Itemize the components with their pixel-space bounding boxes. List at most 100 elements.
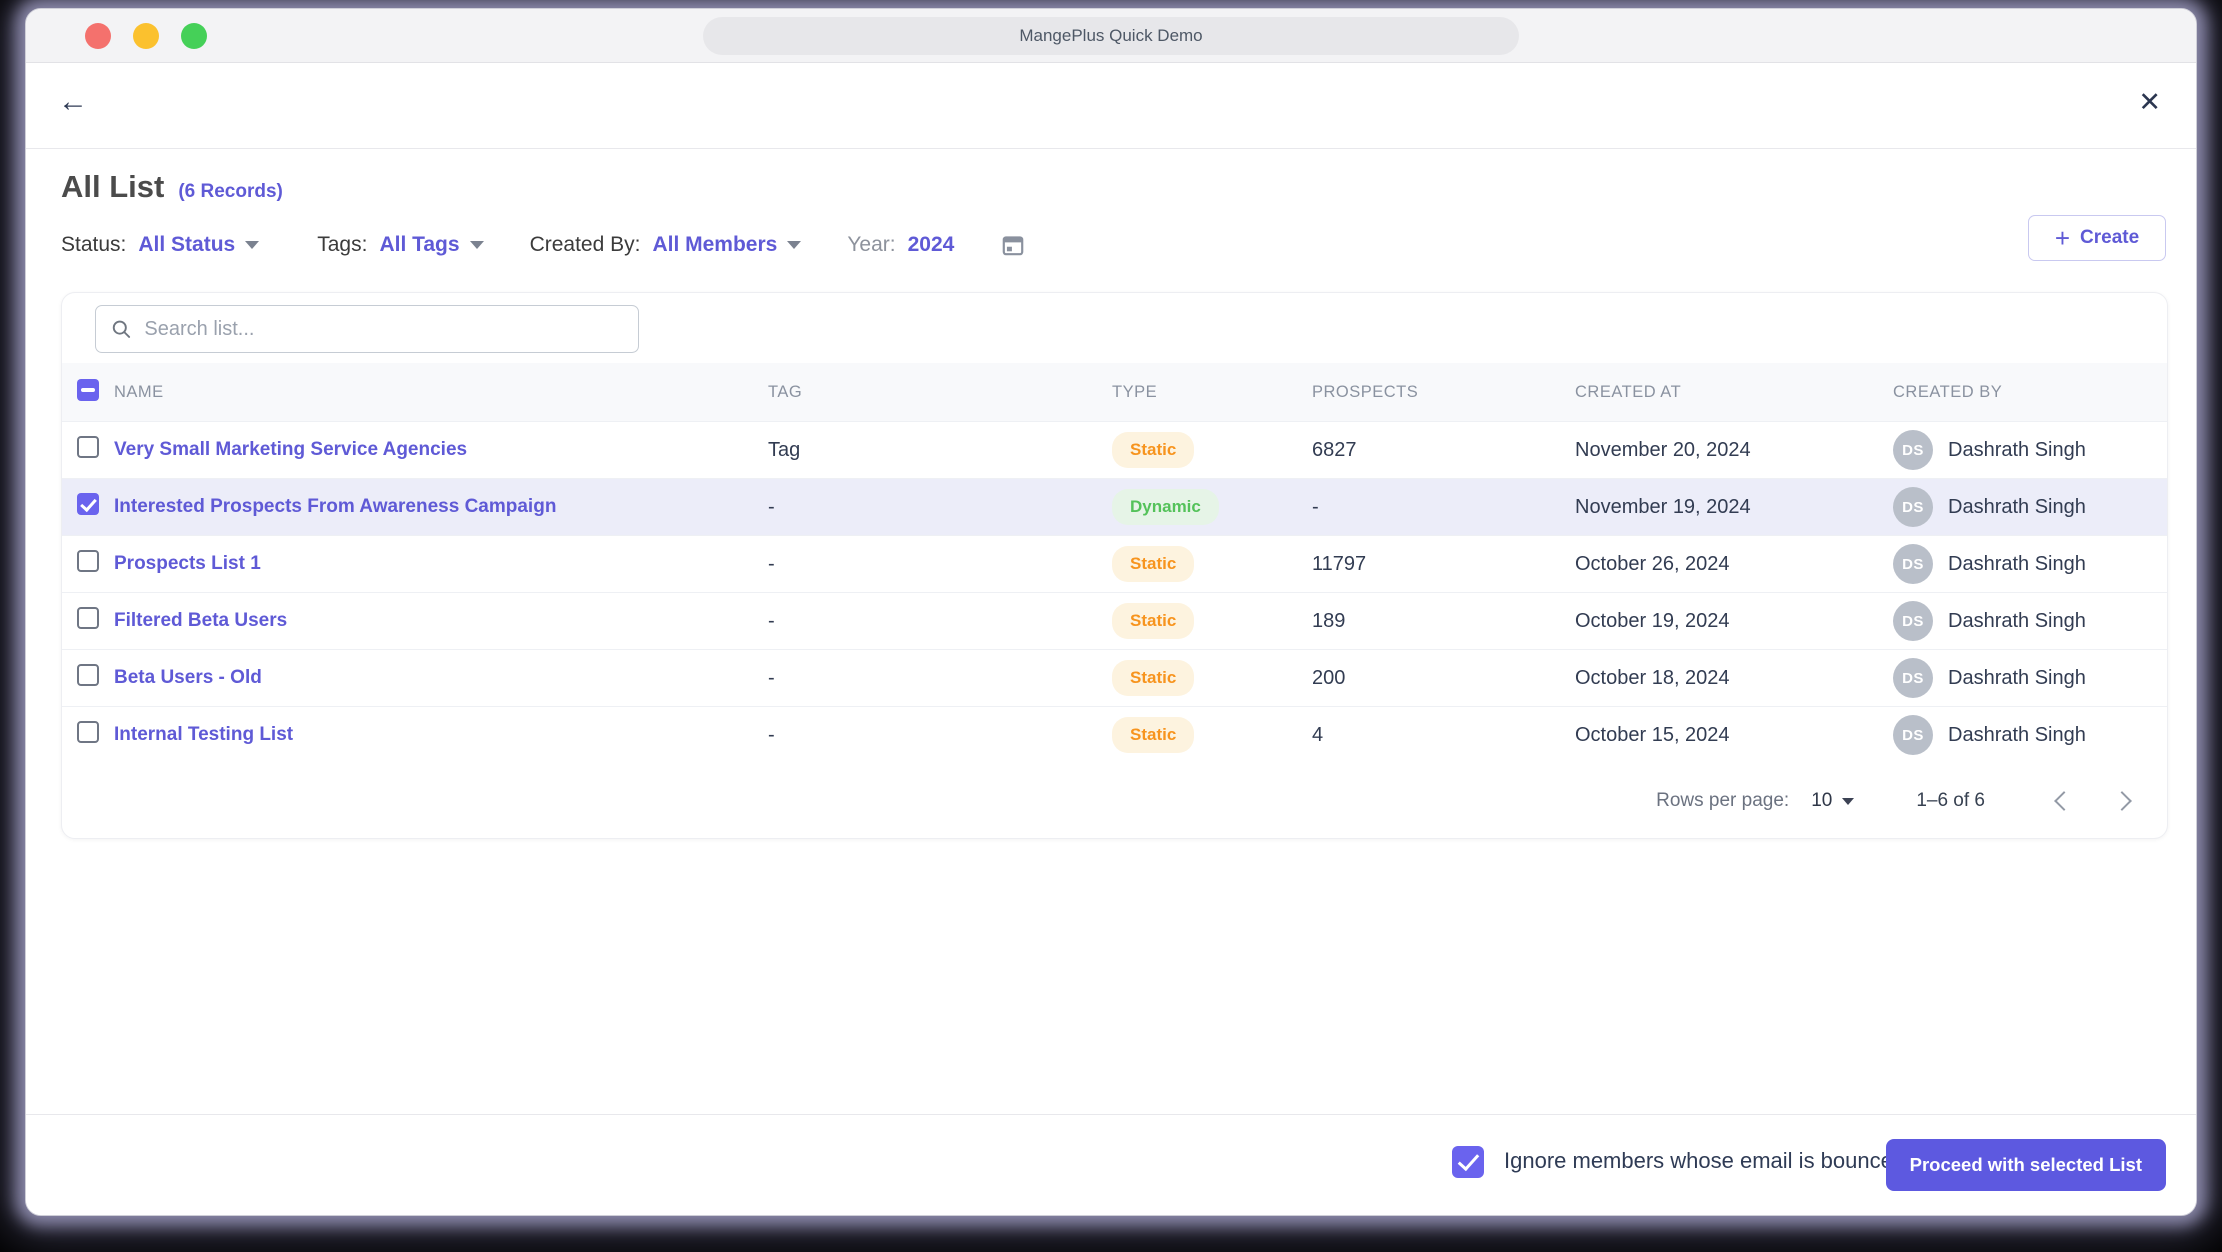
type-badge: Static <box>1112 546 1194 582</box>
created-by-cell: Dashrath Singh <box>1948 553 2086 576</box>
app-window: MangePlus Quick Demo ← ✕ All List (6 Rec… <box>25 8 2197 1216</box>
chevron-down-icon[interactable] <box>470 241 484 249</box>
type-badge: Dynamic <box>1112 489 1219 525</box>
zoom-window-button[interactable] <box>181 23 207 49</box>
created-by-cell: Dashrath Singh <box>1948 439 2086 462</box>
tag-cell: - <box>768 553 1112 576</box>
minimize-window-button[interactable] <box>133 23 159 49</box>
avatar: DS <box>1893 601 1933 641</box>
prospects-cell: 4 <box>1312 724 1575 747</box>
prospects-cell: 189 <box>1312 610 1575 633</box>
avatar: DS <box>1893 544 1933 584</box>
search-input[interactable] <box>144 318 624 341</box>
calendar-icon[interactable] <box>1000 232 1026 258</box>
next-page-icon[interactable] <box>2112 791 2132 811</box>
list-name-link[interactable]: Very Small Marketing Service Agencies <box>114 439 768 461</box>
row-checkbox[interactable] <box>77 664 99 686</box>
back-arrow-icon[interactable]: ← <box>58 87 88 117</box>
create-button[interactable]: + Create <box>2028 215 2166 261</box>
close-window-button[interactable] <box>85 23 111 49</box>
created-by-cell: Dashrath Singh <box>1948 610 2086 633</box>
table-header-row: NAME TAG TYPE PROSPECTS CREATED AT CREAT… <box>62 363 2167 421</box>
created-by-filter-value[interactable]: All Members <box>652 233 777 257</box>
created-at-cell: October 15, 2024 <box>1575 724 1893 747</box>
chevron-down-icon[interactable] <box>787 241 801 249</box>
pagination-bar: Rows per page: 10 1–6 of 6 <box>62 763 2167 839</box>
created-at-cell: November 20, 2024 <box>1575 439 1893 462</box>
tag-cell: - <box>768 610 1112 633</box>
avatar: DS <box>1893 487 1933 527</box>
tag-cell: - <box>768 496 1112 519</box>
list-name-link[interactable]: Internal Testing List <box>114 724 768 746</box>
row-checkbox[interactable] <box>77 436 99 458</box>
table-row[interactable]: Very Small Marketing Service Agencies Ta… <box>62 421 2167 478</box>
created-by-cell: Dashrath Singh <box>1948 496 2086 519</box>
list-name-link[interactable]: Filtered Beta Users <box>114 610 768 632</box>
tags-filter-label: Tags: <box>317 233 367 257</box>
prospects-cell: 11797 <box>1312 553 1575 576</box>
records-count: (6 Records) <box>178 181 283 203</box>
avatar: DS <box>1893 715 1933 755</box>
chevron-down-icon[interactable] <box>245 241 259 249</box>
close-icon[interactable]: ✕ <box>2138 89 2161 116</box>
search-box <box>95 305 639 353</box>
row-checkbox[interactable] <box>77 550 99 572</box>
rows-per-page-select[interactable]: 10 <box>1811 790 1832 812</box>
row-checkbox[interactable] <box>77 721 99 743</box>
created-at-cell: October 19, 2024 <box>1575 610 1893 633</box>
table-row[interactable]: Filtered Beta Users - Static 189 October… <box>62 592 2167 649</box>
type-badge: Static <box>1112 603 1194 639</box>
type-badge: Static <box>1112 660 1194 696</box>
list-name-link[interactable]: Beta Users - Old <box>114 667 768 689</box>
status-filter-value[interactable]: All Status <box>138 233 235 257</box>
list-name-link[interactable]: Prospects List 1 <box>114 553 768 575</box>
created-at-cell: October 26, 2024 <box>1575 553 1893 576</box>
year-filter-value[interactable]: 2024 <box>908 233 955 257</box>
table-row[interactable]: Interested Prospects From Awareness Camp… <box>62 478 2167 535</box>
ignore-bounced-checkbox[interactable] <box>1452 1146 1484 1178</box>
prospects-cell: 200 <box>1312 667 1575 690</box>
table-row[interactable]: Beta Users - Old - Static 200 October 18… <box>62 649 2167 706</box>
ignore-bounced-label: Ignore members whose email is bounced <box>1504 1148 1905 1174</box>
table-row[interactable]: Internal Testing List - Static 4 October… <box>62 706 2167 763</box>
modal-header: ← ✕ <box>26 63 2196 149</box>
window-title: MangePlus Quick Demo <box>703 17 1519 55</box>
avatar: DS <box>1893 430 1933 470</box>
year-filter-label: Year: <box>847 233 895 257</box>
plus-icon: + <box>2055 225 2070 251</box>
created-by-filter-label: Created By: <box>530 233 641 257</box>
row-checkbox[interactable] <box>77 493 99 515</box>
column-header-created-by: CREATED BY <box>1893 383 2167 402</box>
created-by-cell: Dashrath Singh <box>1948 724 2086 747</box>
column-header-prospects: PROSPECTS <box>1312 383 1575 402</box>
previous-page-icon[interactable] <box>2054 791 2074 811</box>
status-filter-label: Status: <box>61 233 126 257</box>
column-header-name: NAME <box>114 383 768 402</box>
column-header-tag: TAG <box>768 383 1112 402</box>
chevron-down-icon[interactable] <box>1842 798 1854 805</box>
heading-row: All List (6 Records) <box>26 149 2196 205</box>
tag-cell: Tag <box>768 439 1112 462</box>
tag-cell: - <box>768 724 1112 747</box>
list-table-card: NAME TAG TYPE PROSPECTS CREATED AT CREAT… <box>61 292 2168 839</box>
table-row[interactable]: Prospects List 1 - Static 11797 October … <box>62 535 2167 592</box>
type-badge: Static <box>1112 432 1194 468</box>
tag-cell: - <box>768 667 1112 690</box>
proceed-button[interactable]: Proceed with selected List <box>1886 1139 2166 1191</box>
prospects-cell: 6827 <box>1312 439 1575 462</box>
filter-bar: Status: All Status Tags: All Tags Create… <box>26 221 2196 269</box>
created-at-cell: November 19, 2024 <box>1575 496 1893 519</box>
list-name-link[interactable]: Interested Prospects From Awareness Camp… <box>114 496 768 518</box>
modal-footer: Ignore members whose email is bounced Pr… <box>26 1114 2196 1215</box>
created-by-cell: Dashrath Singh <box>1948 667 2086 690</box>
rows-per-page-label: Rows per page: <box>1656 790 1789 812</box>
tags-filter-value[interactable]: All Tags <box>379 233 459 257</box>
row-checkbox[interactable] <box>77 607 99 629</box>
column-header-created-at: CREATED AT <box>1575 383 1893 402</box>
type-badge: Static <box>1112 717 1194 753</box>
create-button-label: Create <box>2080 227 2139 249</box>
created-at-cell: October 18, 2024 <box>1575 667 1893 690</box>
select-all-checkbox[interactable] <box>77 379 99 401</box>
prospects-cell: - <box>1312 496 1575 519</box>
pagination-range: 1–6 of 6 <box>1916 790 1985 812</box>
